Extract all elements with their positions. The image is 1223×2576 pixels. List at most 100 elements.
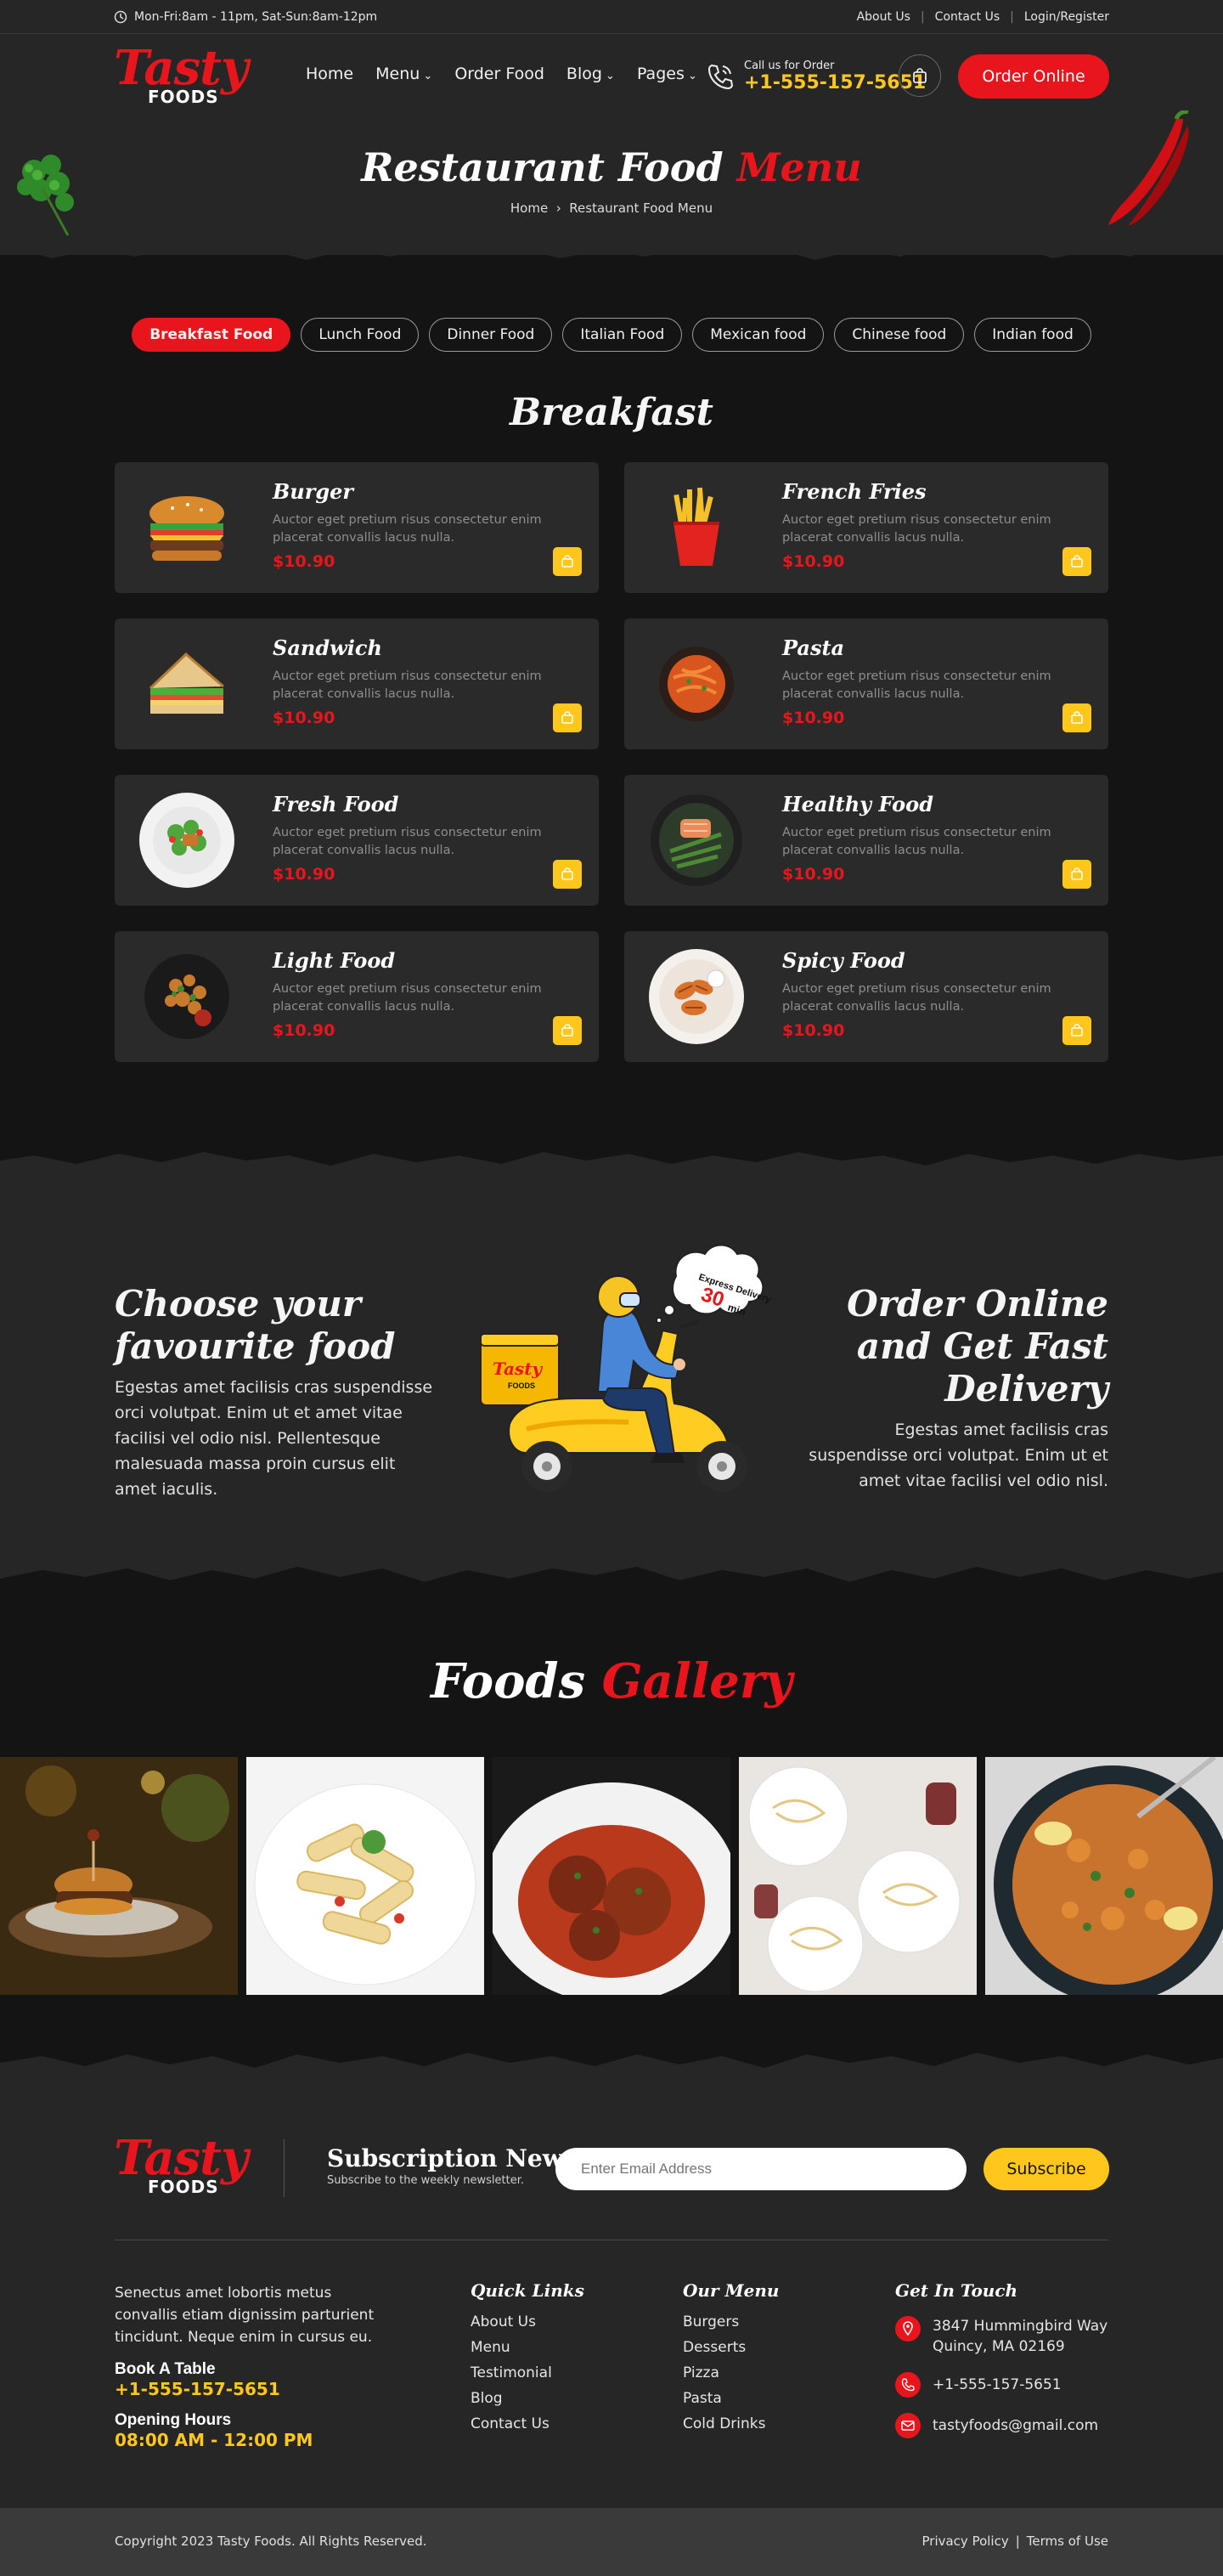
email-row[interactable]: tastyfoods@gmail.com (895, 2413, 1116, 2438)
nav-menu[interactable]: Menu (375, 65, 432, 83)
order-online-button[interactable]: Order Online (958, 54, 1109, 99)
shopping-bag-icon (561, 1024, 573, 1037)
gallery-image-burger[interactable] (0, 1757, 238, 1995)
footer-link-testimonial[interactable]: Testimonial (471, 2360, 584, 2386)
address-line-2: Quincy, MA 02169 (933, 2338, 1065, 2355)
footer-link-about-us[interactable]: About Us (471, 2309, 584, 2335)
about-us-link[interactable]: About Us (857, 10, 910, 24)
tab-mexican-food[interactable]: Mexican food (692, 318, 825, 352)
our-menu-links: Our Menu Burgers Desserts Pizza Pasta Co… (683, 2280, 779, 2437)
menu-section-title: Breakfast (510, 391, 713, 434)
french-fries-image (648, 479, 745, 576)
nav-blog[interactable]: Blog (566, 65, 615, 83)
light-food-image (138, 948, 235, 1045)
menu-card[interactable]: Sandwich Auctor eget pretium risus conse… (115, 619, 599, 749)
shopping-bag-icon (561, 711, 573, 724)
footer-about: Senectus amet lobortis metus convallis e… (115, 2282, 395, 2450)
menu-card[interactable]: Fresh Food Auctor eget pretium risus con… (115, 775, 599, 906)
quick-links: Quick Links About Us Menu Testimonial Bl… (471, 2280, 584, 2437)
footer-link-cold-drinks[interactable]: Cold Drinks (683, 2411, 779, 2437)
footer-link-contact-us[interactable]: Contact Us (471, 2411, 584, 2437)
promo-right-title-2: and Get Fast (856, 1325, 1108, 1367)
add-to-cart-button[interactable] (1062, 860, 1091, 889)
site-logo[interactable]: Tasty FOODS (114, 44, 250, 112)
add-to-cart-button[interactable] (553, 1016, 582, 1045)
gallery-image-spaghetti[interactable] (739, 1757, 977, 1995)
gallery-image-paella[interactable] (985, 1757, 1223, 1995)
opening-hours-label: Opening Hours (115, 2411, 232, 2429)
item-description: Auctor eget pretium risus consectetur en… (273, 826, 542, 857)
breadcrumb-home[interactable]: Home (510, 201, 548, 216)
promo-left-title-2: favourite food (115, 1325, 396, 1367)
footer-logo[interactable]: Tasty FOODS (114, 2134, 250, 2202)
phone-number: +1-555-157-5651 (933, 2376, 1062, 2393)
menu-card[interactable]: Light Food Auctor eget pretium risus con… (115, 931, 599, 1062)
footer-link-desserts[interactable]: Desserts (683, 2335, 779, 2360)
footer-link-pizza[interactable]: Pizza (683, 2360, 779, 2386)
contact-us-link[interactable]: Contact Us (935, 10, 1000, 24)
tab-dinner-food[interactable]: Dinner Food (429, 318, 553, 352)
nav-home[interactable]: Home (306, 65, 353, 83)
item-name: Sandwich (273, 636, 382, 660)
add-to-cart-button[interactable] (553, 703, 582, 732)
promo-left: Choose your favourite food Egestas amet f… (115, 1283, 437, 1502)
cart-button[interactable] (899, 54, 941, 97)
footer-link-burgers[interactable]: Burgers (683, 2309, 779, 2335)
email-field[interactable] (555, 2148, 967, 2190)
item-price: $10.90 (273, 552, 335, 571)
add-to-cart-button[interactable] (553, 860, 582, 889)
menu-card[interactable]: Burger Auctor eget pretium risus consect… (115, 462, 599, 593)
item-name: Fresh Food (273, 792, 399, 816)
privacy-policy-link[interactable]: Privacy Policy (922, 2534, 1009, 2549)
subscription-title: Subscription News (327, 2144, 577, 2172)
shopping-bag-icon (913, 68, 927, 83)
gallery-image-meatballs[interactable] (493, 1757, 730, 1995)
tab-italian-food[interactable]: Italian Food (562, 318, 683, 352)
gallery-title: Foods Gallery (0, 1653, 1223, 1709)
book-table-number[interactable]: +1-555-157-5651 (115, 2379, 395, 2399)
book-table-label: Book A Table (115, 2360, 216, 2378)
item-description: Auctor eget pretium risus consectetur en… (782, 669, 1051, 701)
tab-breakfast-food[interactable]: Breakfast Food (132, 318, 291, 352)
tab-chinese-food[interactable]: Chinese food (834, 318, 965, 352)
menu-card[interactable]: Spicy Food Auctor eget pretium risus con… (624, 931, 1108, 1062)
footer-link-menu[interactable]: Menu (471, 2335, 584, 2360)
title-main: Restaurant Food (361, 144, 724, 190)
breadcrumb: Home › Restaurant Food Menu (0, 201, 1223, 216)
call-for-order[interactable]: Call us for Order +1-555-157-5651 (705, 59, 926, 93)
login-register-link[interactable]: Login/Register (1024, 10, 1109, 24)
opening-hours: Mon-Fri:8am - 11pm, Sat-Sun:8am-12pm (114, 10, 377, 24)
item-name: French Fries (782, 479, 927, 504)
promo-left-text: Egestas amet facilisis cras suspendisse … (115, 1378, 433, 1499)
add-to-cart-button[interactable] (1062, 547, 1091, 576)
terms-of-use-link[interactable]: Terms of Use (1027, 2534, 1108, 2549)
footer-logo-text: Tasty (114, 2130, 249, 2186)
title-accent: Menu (736, 144, 862, 190)
add-to-cart-button[interactable] (1062, 703, 1091, 732)
pasta-image (648, 636, 745, 732)
subscribe-button[interactable]: Subscribe (983, 2148, 1109, 2190)
item-description: Auctor eget pretium risus consectetur en… (782, 826, 1051, 857)
menu-card[interactable]: French Fries Auctor eget pretium risus c… (624, 462, 1108, 593)
add-to-cart-button[interactable] (553, 547, 582, 576)
footer-link-blog[interactable]: Blog (471, 2386, 584, 2411)
phone-row[interactable]: +1-555-157-5651 (895, 2372, 1116, 2398)
nav-order-food[interactable]: Order Food (454, 65, 544, 83)
tab-indian-food[interactable]: Indian food (974, 318, 1091, 352)
page-title: Restaurant Food Menu (0, 144, 1223, 190)
clock-icon (114, 10, 127, 24)
gallery-image-pasta[interactable] (246, 1757, 484, 1995)
get-in-touch: Get In Touch 3847 Hummingbird Way Quincy,… (895, 2280, 1116, 2438)
menu-card[interactable]: Healthy Food Auctor eget pretium risus c… (624, 775, 1108, 906)
quick-links-list: About Us Menu Testimonial Blog Contact U… (471, 2309, 584, 2437)
delivery-promo-section: Choose your favourite food Egestas amet f… (0, 1172, 1223, 1563)
footer-link-pasta[interactable]: Pasta (683, 2386, 779, 2411)
promo-right-title-3: Delivery (944, 1368, 1108, 1409)
menu-card[interactable]: Pasta Auctor eget pretium risus consecte… (624, 619, 1108, 749)
tab-lunch-food[interactable]: Lunch Food (301, 318, 420, 352)
add-to-cart-button[interactable] (1062, 1016, 1091, 1045)
item-price: $10.90 (273, 709, 335, 727)
menu-category-tabs: Breakfast Food Lunch Food Dinner Food It… (0, 318, 1223, 352)
footer-logo-subtext: FOODS (148, 2177, 219, 2197)
nav-pages[interactable]: Pages (637, 65, 697, 83)
